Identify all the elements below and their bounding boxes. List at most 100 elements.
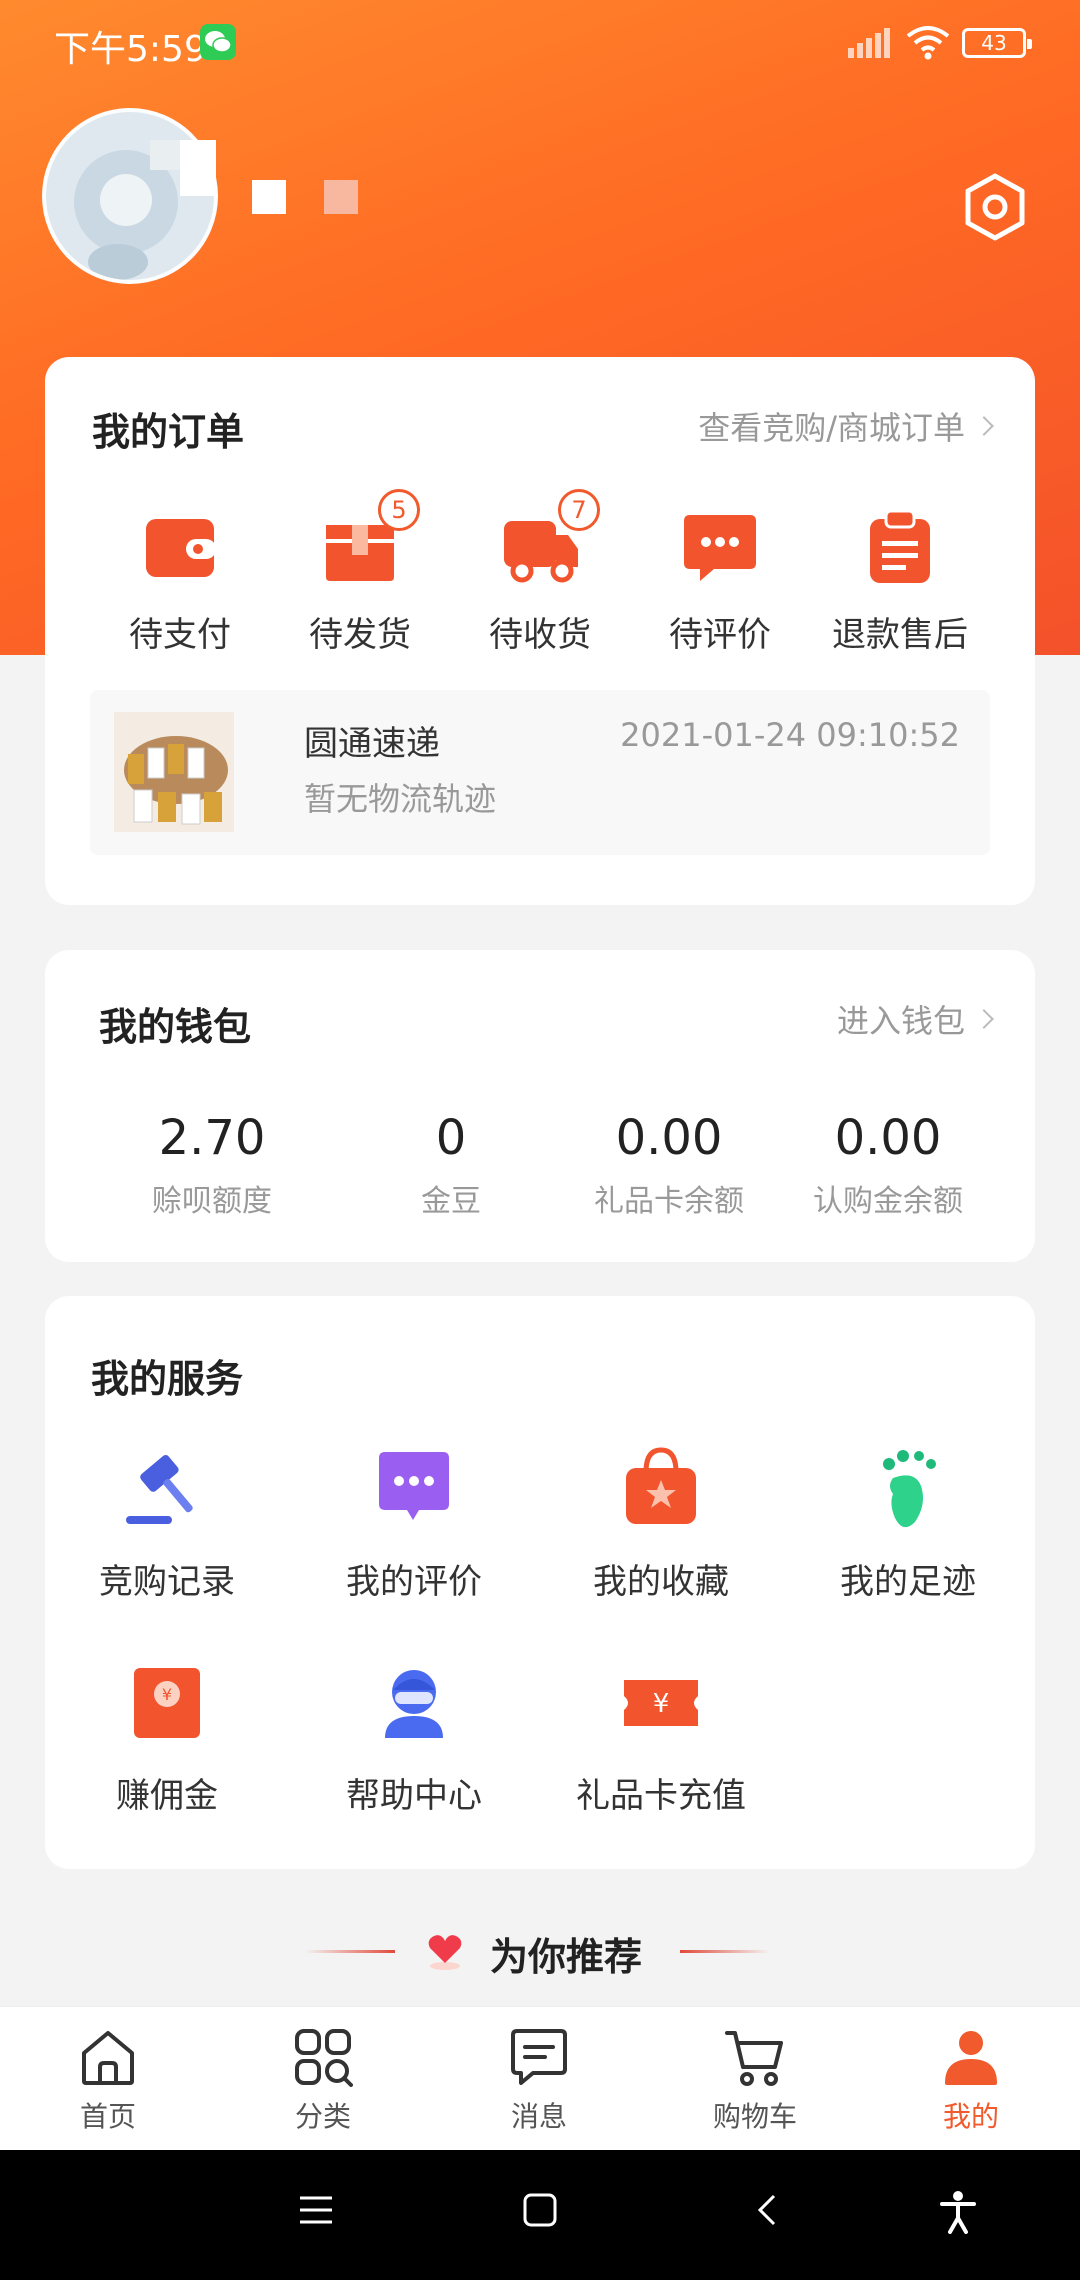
view-orders-link[interactable]: 查看竞购/商城订单 bbox=[698, 403, 994, 449]
comment-icon bbox=[369, 1444, 459, 1534]
service-label: 竞购记录 bbox=[99, 1562, 235, 1602]
recommend-header: 为你推荐 bbox=[0, 1920, 1080, 1980]
divider bbox=[305, 1950, 395, 1953]
tab-category[interactable]: 分类 bbox=[248, 2025, 398, 2135]
clipboard-icon bbox=[860, 507, 940, 587]
status-time: 下午5:59 bbox=[54, 29, 207, 70]
product-thumbnail bbox=[114, 712, 234, 832]
tab-cart[interactable]: 购物车 bbox=[680, 2025, 830, 2135]
profile-icon bbox=[939, 2025, 1003, 2089]
svg-text:¥: ¥ bbox=[653, 1689, 670, 1719]
wallet-label: 礼品卡余额 bbox=[594, 1184, 744, 1219]
chevron-right-icon bbox=[974, 1009, 994, 1029]
heart-icon bbox=[424, 1930, 466, 1976]
tab-label: 消息 bbox=[510, 2100, 567, 2133]
wallet-value: 0.00 bbox=[615, 1110, 723, 1166]
tab-messages[interactable]: 消息 bbox=[464, 2025, 614, 2135]
service-my-reviews[interactable]: 我的评价 bbox=[299, 1444, 529, 1603]
wallet-subscription-balance[interactable]: 0.00 认购金余额 bbox=[788, 1110, 988, 1220]
enter-wallet-label: 进入钱包 bbox=[836, 1002, 965, 1040]
chevron-right-icon bbox=[974, 416, 994, 436]
wallet-gift-card-balance[interactable]: 0.00 礼品卡余额 bbox=[569, 1110, 769, 1220]
tracking-status: 暂无物流轨迹 bbox=[304, 780, 497, 818]
cart-icon bbox=[723, 2025, 787, 2089]
wallet-value: 0 bbox=[435, 1110, 467, 1166]
wallet-value: 2.70 bbox=[158, 1110, 266, 1166]
truck-icon: 7 bbox=[500, 489, 600, 587]
service-help-center[interactable]: 帮助中心 bbox=[299, 1658, 529, 1817]
order-pending-receipt[interactable]: 7 待收货 bbox=[450, 489, 630, 656]
service-earn-commission[interactable]: ¥ 赚佣金 bbox=[52, 1658, 282, 1817]
enter-wallet-link[interactable]: 进入钱包 bbox=[836, 996, 994, 1042]
category-icon bbox=[291, 2025, 355, 2089]
order-item-label: 待发货 bbox=[309, 615, 411, 655]
services-card: 我的服务 竞购记录 我的评价 我的收藏 我的足迹 ¥ 赚佣金 帮助中心 ¥ 礼品… bbox=[45, 1296, 1035, 1869]
settings-icon[interactable] bbox=[960, 172, 1030, 242]
service-label: 我的评价 bbox=[346, 1562, 482, 1602]
accessibility-icon[interactable] bbox=[938, 2190, 978, 2238]
wallet-credit-limit[interactable]: 2.70 赊呗额度 bbox=[112, 1110, 312, 1220]
service-gift-card-recharge[interactable]: ¥ 礼品卡充值 bbox=[546, 1658, 776, 1817]
tab-label: 首页 bbox=[79, 2100, 136, 2133]
order-item-label: 待收货 bbox=[489, 615, 591, 655]
help-agent-icon bbox=[369, 1658, 459, 1748]
order-refund-aftersales[interactable]: 退款售后 bbox=[810, 507, 990, 656]
order-item-label: 待评价 bbox=[669, 615, 771, 655]
tab-label: 分类 bbox=[294, 2100, 351, 2133]
order-pending-payment[interactable]: 待支付 bbox=[90, 507, 270, 656]
order-pending-review[interactable]: 待评价 bbox=[630, 507, 810, 656]
bottom-tab-bar: 首页 分类 消息 购物车 我的 bbox=[0, 2006, 1080, 2150]
gavel-icon bbox=[122, 1444, 212, 1534]
view-orders-label: 查看竞购/商城订单 bbox=[698, 409, 965, 447]
wallet-label: 认购金余额 bbox=[813, 1184, 963, 1219]
recommend-title: 为你推荐 bbox=[490, 1935, 643, 1979]
service-label: 我的足迹 bbox=[840, 1562, 976, 1602]
wechat-notification-icon bbox=[200, 24, 236, 60]
pending-shipment-badge: 5 bbox=[378, 489, 420, 531]
gift-card-icon: ¥ bbox=[616, 1658, 706, 1748]
order-item-label: 退款售后 bbox=[832, 615, 968, 655]
menu-icon[interactable] bbox=[298, 2190, 334, 2234]
tracking-timestamp: 2021-01-24 09:10:52 bbox=[620, 716, 960, 754]
home-icon bbox=[76, 2025, 140, 2089]
service-my-favorites[interactable]: 我的收藏 bbox=[546, 1444, 776, 1603]
wallet-title: 我的钱包 bbox=[99, 1005, 252, 1049]
tab-profile[interactable]: 我的 bbox=[896, 2025, 1046, 2135]
divider bbox=[680, 1950, 770, 1953]
wallet-gold-beans[interactable]: 0 金豆 bbox=[351, 1110, 551, 1220]
username-mosaic bbox=[324, 180, 358, 214]
back-icon[interactable] bbox=[752, 2190, 782, 2234]
battery-indicator: 43 bbox=[962, 28, 1032, 58]
system-nav-bar bbox=[0, 2150, 1080, 2280]
wifi-icon bbox=[906, 24, 950, 64]
tab-label: 购物车 bbox=[712, 2100, 797, 2133]
service-label: 赚佣金 bbox=[116, 1776, 218, 1816]
order-pending-shipment[interactable]: 5 待发货 bbox=[270, 489, 450, 656]
status-bar: 下午5:59 43 bbox=[0, 18, 1080, 70]
avatar-mosaic bbox=[150, 140, 180, 170]
logistics-row[interactable]: 圆通速递 暂无物流轨迹 2021-01-24 09:10:52 bbox=[90, 690, 990, 855]
service-my-footprints[interactable]: 我的足迹 bbox=[793, 1444, 1023, 1603]
red-envelope-icon: ¥ bbox=[122, 1658, 212, 1748]
service-label: 我的收藏 bbox=[593, 1562, 729, 1602]
footprint-icon bbox=[863, 1444, 953, 1534]
svg-text:¥: ¥ bbox=[162, 1685, 172, 1704]
home-button-icon[interactable] bbox=[522, 2190, 558, 2234]
service-bid-records[interactable]: 竞购记录 bbox=[52, 1444, 282, 1603]
pending-receipt-badge: 7 bbox=[558, 489, 600, 531]
tab-home[interactable]: 首页 bbox=[33, 2025, 183, 2135]
service-label: 帮助中心 bbox=[346, 1776, 482, 1816]
signal-icon bbox=[848, 28, 890, 62]
services-title: 我的服务 bbox=[91, 1357, 244, 1401]
avatar[interactable] bbox=[42, 108, 218, 284]
favorites-bag-icon bbox=[616, 1444, 706, 1534]
message-icon bbox=[507, 2025, 571, 2089]
package-icon: 5 bbox=[320, 489, 420, 587]
order-item-label: 待支付 bbox=[129, 615, 231, 655]
wallet-label: 金豆 bbox=[421, 1184, 481, 1219]
username-mosaic bbox=[252, 180, 286, 214]
courier-name: 圆通速递 bbox=[304, 724, 440, 764]
wallet-icon bbox=[140, 507, 220, 587]
wallet-card: 我的钱包 进入钱包 2.70 赊呗额度 0 金豆 0.00 礼品卡余额 0.00… bbox=[45, 950, 1035, 1262]
orders-title: 我的订单 bbox=[92, 410, 245, 454]
